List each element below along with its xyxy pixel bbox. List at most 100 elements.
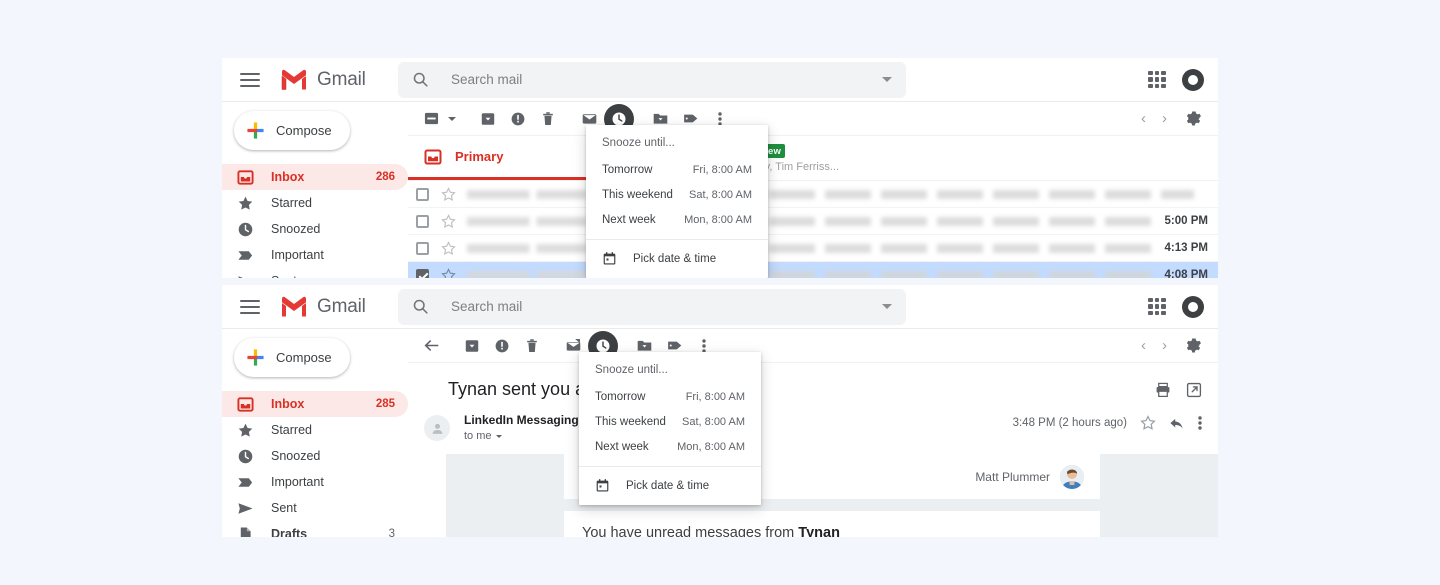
snooze-option-tomorrow[interactable]: Tomorrow Fri, 8:00 AM (579, 385, 761, 410)
open-in-new-window-icon[interactable] (1186, 382, 1202, 398)
star-icon[interactable] (1140, 415, 1156, 431)
message-view: Tynan sent you a new message LinkedIn Me… (408, 363, 1218, 537)
sidebar-label: Inbox (271, 397, 305, 411)
star-icon[interactable] (441, 186, 456, 202)
message-actions: 3:48 PM (2 hours ago) (1013, 413, 1202, 431)
snooze-option-pick-date[interactable]: Pick date & time (579, 467, 761, 505)
reply-arrow-icon[interactable] (1169, 415, 1185, 431)
archive-button[interactable] (473, 104, 503, 134)
account-avatar[interactable] (1182, 295, 1204, 318)
back-button[interactable] (416, 331, 446, 361)
snooze-option-this-weekend[interactable]: This weekend Sat, 8:00 AM (586, 183, 768, 208)
print-icon[interactable] (1155, 382, 1171, 398)
settings-button[interactable] (1178, 331, 1208, 361)
clock-icon (238, 449, 253, 463)
table-row[interactable]: 5:00 PM (408, 208, 1218, 235)
apps-grid-icon[interactable] (1148, 70, 1166, 89)
row-timestamp: 4:13 PM (1164, 242, 1208, 254)
star-icon[interactable] (441, 213, 456, 229)
sidebar-item-snoozed[interactable]: Snoozed (222, 443, 408, 469)
row-checkbox[interactable] (416, 187, 429, 201)
settings-button[interactable] (1178, 104, 1208, 134)
search-bar-bottom[interactable]: Search mail (398, 288, 906, 325)
archive-button[interactable] (457, 331, 487, 361)
sidebar-item-starred[interactable]: Starred (222, 417, 408, 443)
search-options-caret-icon[interactable] (882, 77, 892, 82)
row-sender-redacted (467, 189, 587, 199)
table-row-selected[interactable]: 4:08 PM (408, 262, 1218, 278)
next-message-button[interactable]: › (1157, 337, 1172, 354)
snooze-option-this-weekend[interactable]: This weekend Sat, 8:00 AM (579, 410, 761, 435)
clock-icon (238, 222, 253, 236)
gmail-logo[interactable]: Gmail (280, 296, 366, 318)
select-dropdown-caret-icon[interactable] (448, 116, 456, 121)
snooze-option-pick-date[interactable]: Pick date & time (586, 240, 768, 278)
delete-button[interactable] (533, 104, 563, 134)
sidebar-label: Starred (271, 196, 312, 210)
row-checkbox-checked[interactable] (416, 268, 429, 278)
select-all-checkbox[interactable] (416, 104, 446, 134)
list-toolbar-right: ‹ › (1136, 104, 1208, 134)
sidebar-label: Inbox (271, 170, 305, 184)
sidebar-item-inbox[interactable]: Inbox 285 (222, 391, 408, 417)
gmail-logo[interactable]: Gmail (280, 69, 366, 91)
sidebar-item-sent[interactable]: Sent (222, 495, 408, 521)
important-icon (238, 250, 253, 260)
mail-list-main: ‹ › Primary new Tim Ferriss... 5:00 PM 4… (408, 102, 1218, 278)
sidebar-count: 3 (388, 528, 395, 537)
sidebar-item-drafts[interactable]: Drafts 3 (222, 521, 408, 537)
search-bar-top[interactable]: Search mail (398, 61, 906, 98)
prev-message-button[interactable]: ‹ (1136, 337, 1151, 354)
snooze-option-value: Mon, 8:00 AM (684, 214, 752, 226)
snooze-option-tomorrow[interactable]: Tomorrow Fri, 8:00 AM (586, 158, 768, 183)
sidebar-bottom: Compose Inbox 285 Starred Snoozed Import… (222, 329, 408, 537)
compose-button[interactable]: Compose (234, 338, 350, 377)
table-row[interactable]: 4:13 PM (408, 235, 1218, 262)
list-toolbar: ‹ › (408, 102, 1218, 136)
compose-button[interactable]: Compose (234, 111, 350, 150)
report-spam-icon (495, 339, 509, 352)
sender-name: LinkedIn Messaging (464, 413, 579, 427)
account-avatar[interactable] (1182, 68, 1204, 91)
search-input-placeholder[interactable]: Search mail (451, 299, 882, 314)
app-header-top: Gmail Search mail (222, 58, 1218, 102)
app-body-bottom: Compose Inbox 285 Starred Snoozed Import… (222, 329, 1218, 537)
send-icon (238, 275, 245, 278)
sidebar-item-important[interactable]: Important (222, 242, 408, 268)
snooze-option-next-week[interactable]: Next week Mon, 8:00 AM (579, 435, 761, 460)
delete-button[interactable] (517, 331, 547, 361)
chevron-down-icon[interactable] (495, 434, 502, 438)
search-input-placeholder[interactable]: Search mail (451, 72, 882, 87)
delete-trash-icon (543, 111, 553, 125)
row-checkbox[interactable] (416, 241, 429, 255)
sidebar-item-snoozed[interactable]: Snoozed (222, 216, 408, 242)
archive-icon (481, 112, 495, 125)
search-options-caret-icon[interactable] (882, 304, 892, 309)
row-checkbox[interactable] (416, 214, 429, 228)
more-options-icon[interactable] (1198, 415, 1202, 431)
sidebar-count: 286 (375, 171, 395, 183)
prev-page-button[interactable]: ‹ (1136, 110, 1151, 127)
snooze-option-label: Next week (602, 214, 656, 226)
star-icon[interactable] (441, 267, 456, 279)
to-me-label: to me (464, 430, 492, 442)
sidebar-item-sent[interactable]: Sent (222, 268, 408, 278)
sidebar-label: Important (271, 475, 324, 489)
hamburger-icon[interactable] (240, 299, 260, 314)
next-page-button[interactable]: › (1157, 110, 1172, 127)
table-row[interactable] (408, 181, 1218, 208)
hamburger-icon[interactable] (240, 72, 260, 87)
report-spam-button[interactable] (503, 104, 533, 134)
message-body-text: You have unread messages from Tynan (564, 511, 1100, 537)
message-text-sender: Tynan (798, 525, 840, 537)
apps-grid-icon[interactable] (1148, 297, 1166, 316)
gmail-m-icon (282, 296, 306, 317)
snooze-option-label: Tomorrow (595, 391, 646, 403)
sidebar-item-inbox[interactable]: Inbox 286 (222, 164, 408, 190)
report-spam-button[interactable] (487, 331, 517, 361)
sidebar-item-important[interactable]: Important (222, 469, 408, 495)
snooze-option-next-week[interactable]: Next week Mon, 8:00 AM (586, 208, 768, 233)
star-icon[interactable] (441, 240, 456, 256)
tab-primary-label: Primary (455, 149, 504, 164)
sidebar-item-starred[interactable]: Starred (222, 190, 408, 216)
